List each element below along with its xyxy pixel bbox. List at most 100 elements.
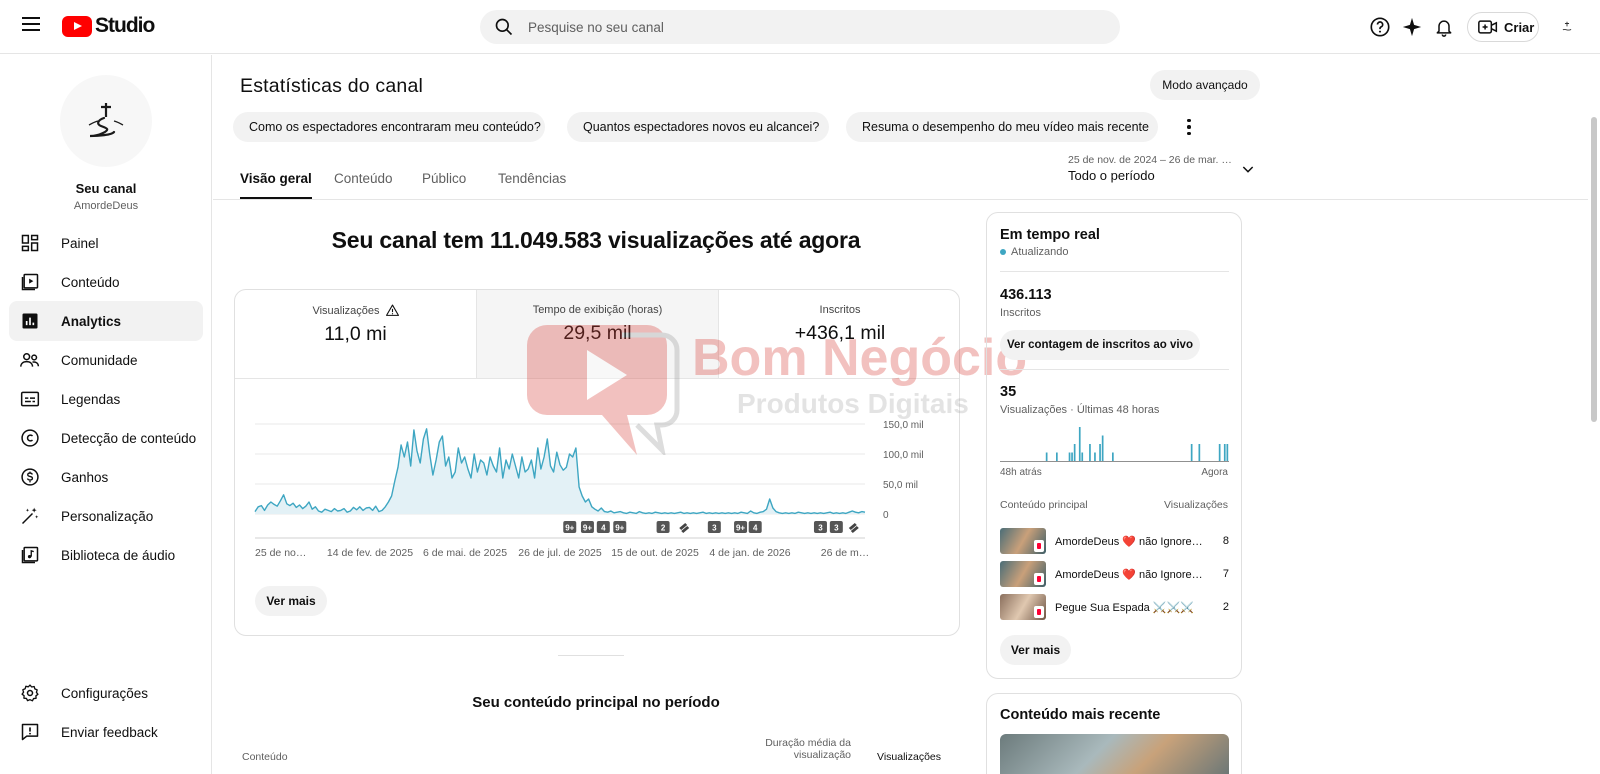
metric-label: Tempo de exibição (horas) — [532, 304, 663, 316]
copyright-icon — [19, 427, 41, 449]
realtime-bar — [1190, 444, 1193, 461]
sidebar-item-community[interactable]: Comunidade — [9, 340, 203, 380]
account-avatar[interactable] — [1557, 17, 1577, 37]
sidebar-item-content[interactable]: Conteúdo — [9, 262, 203, 302]
section-divider — [558, 655, 624, 656]
sidebar-item-label: Biblioteca de áudio — [61, 547, 176, 563]
sidebar-item-label: Analytics — [61, 313, 122, 329]
sidebar-item-subtitles[interactable]: Legendas — [9, 379, 203, 419]
ai-chip-new-viewers[interactable]: Quantos espectadores novos eu alcancei? — [567, 112, 829, 142]
create-button[interactable]: Criar — [1467, 12, 1539, 42]
table-header-avg-duration[interactable]: Duração média da visualização — [761, 737, 851, 761]
shorts-marker-icon — [848, 523, 859, 533]
sidebar-item-earn[interactable]: Ganhos — [9, 457, 203, 497]
row-title: AmordeDeus ❤️ não Ignore J… — [1055, 568, 1205, 581]
y-tick-label: 100,0 mil — [883, 450, 924, 461]
search-input[interactable] — [528, 19, 1088, 35]
more-options-icon[interactable] — [1177, 115, 1201, 139]
sparkle-icon[interactable] — [1400, 15, 1424, 39]
realtime-bar — [1101, 435, 1104, 461]
advanced-mode-button[interactable]: Modo avançado — [1150, 70, 1260, 100]
sidebar-item-audio-library[interactable]: Biblioteca de áudio — [9, 535, 203, 575]
earn-icon — [19, 466, 41, 488]
x-tick-label: 14 de fev. de 2025 — [327, 547, 413, 559]
metric-views[interactable]: Visualizações 11,0 mi — [235, 290, 477, 379]
row-views: 8 — [1222, 535, 1229, 547]
search-bar[interactable] — [480, 10, 1120, 44]
settings-icon — [19, 682, 41, 704]
realtime-bar-chart[interactable] — [1000, 426, 1229, 462]
audio-library-icon — [19, 544, 41, 566]
sidebar-item-label: Legendas — [61, 391, 121, 407]
help-icon[interactable] — [1368, 15, 1392, 39]
video-add-icon — [1478, 20, 1498, 34]
youtube-logo-icon — [62, 15, 92, 37]
tab-content[interactable]: Conteúdo — [334, 171, 393, 199]
metric-subscribers[interactable]: Inscritos +436,1 mil — [719, 290, 959, 379]
ai-chip-discovery[interactable]: Como os espectadores encontraram meu con… — [233, 112, 545, 142]
series-area — [255, 428, 865, 514]
sidebar-item-copyright[interactable]: Detecção de conteúdo — [9, 418, 203, 458]
realtime-row[interactable]: AmordeDeus ❤️ não Ignore J… 7 — [1000, 560, 1229, 588]
realtime-bar — [1045, 452, 1048, 461]
sidebar-item-analytics[interactable]: Analytics — [9, 301, 203, 341]
tab-audience[interactable]: Público — [422, 171, 466, 199]
recent-video-thumbnail[interactable] — [1000, 734, 1229, 774]
sidebar-item-customization[interactable]: Personalização — [9, 496, 203, 536]
tab-overview[interactable]: Visão geral — [240, 171, 312, 199]
metric-value: 29,5 mil — [563, 322, 632, 344]
sidebar-item-label: Painel — [61, 235, 99, 251]
x-tick-label: 25 de no… — [255, 547, 306, 559]
realtime-bar — [1056, 452, 1058, 461]
realtime-status: Atualizando — [1000, 246, 1069, 258]
table-header-views[interactable]: Visualizações — [877, 751, 941, 763]
scrollbar-thumb[interactable] — [1591, 117, 1597, 422]
content-icon — [19, 271, 41, 293]
chip-label: Resuma o desempenho do meu vídeo mais re… — [862, 120, 1149, 134]
rt-header-views: Visualizações — [1163, 499, 1228, 511]
menu-icon[interactable] — [22, 17, 40, 31]
feedback-icon — [19, 721, 41, 743]
channel-avatar[interactable] — [60, 75, 152, 167]
views-line-chart[interactable]: 150,0 mil 100,0 mil 50,0 mil 0 9+ 9+ 4 9+ 2 3 9+ 4 3… — [235, 390, 960, 580]
video-marker-label: 3 — [712, 524, 717, 533]
x-tick-label: 26 de m… — [821, 547, 869, 559]
period-selector[interactable]: Todo o período — [1068, 168, 1155, 183]
shorts-marker-icon — [679, 523, 690, 533]
metric-watch-time[interactable]: Tempo de exibição (horas) 29,5 mil — [477, 290, 719, 379]
chevron-down-icon[interactable] — [1240, 161, 1256, 182]
sidebar-item-dashboard[interactable]: Painel — [9, 223, 203, 263]
video-marker-label: 3 — [818, 524, 823, 533]
sidebar-item-label: Configurações — [61, 685, 149, 701]
sidebar-item-feedback[interactable]: Enviar feedback — [9, 712, 203, 752]
x-tick-label: 6 de mai. de 2025 — [423, 547, 507, 559]
realtime-row[interactable]: AmordeDeus ❤️ não Ignore J… 8 — [1000, 527, 1229, 555]
ai-chip-summary[interactable]: Resuma o desempenho do meu vídeo mais re… — [846, 112, 1158, 142]
row-title: AmordeDeus ❤️ não Ignore J… — [1055, 535, 1205, 548]
warning-icon — [385, 304, 399, 316]
tab-trends[interactable]: Tendências — [498, 171, 566, 199]
realtime-bar — [1089, 444, 1091, 461]
realtime-bar — [1094, 452, 1096, 461]
search-icon — [495, 18, 513, 36]
see-more-button[interactable]: Ver mais — [255, 586, 327, 616]
realtime-bar — [1223, 444, 1226, 461]
realtime-card: Em tempo real Atualizando 436.113 Inscri… — [986, 212, 1242, 679]
table-header-content: Conteúdo — [242, 751, 288, 763]
realtime-row[interactable]: Pegue Sua Espada ⚔️⚔️⚔️ 2 — [1000, 593, 1229, 621]
sidebar-item-label: Detecção de conteúdo — [61, 430, 197, 446]
sidebar-item-label: Conteúdo — [61, 274, 120, 290]
scrollbar[interactable] — [1588, 55, 1600, 774]
live-subscriber-count-button[interactable]: Ver contagem de inscritos ao vivo — [1000, 330, 1200, 360]
video-thumbnail — [1000, 528, 1046, 554]
total-views-headline: Seu canal tem 11.049.583 visualizações a… — [331, 227, 861, 253]
notifications-bell-icon[interactable] — [1432, 15, 1456, 39]
chip-label: Quantos espectadores novos eu alcancei? — [583, 120, 820, 134]
sidebar-item-settings[interactable]: Configurações — [9, 673, 203, 713]
realtime-see-more-button[interactable]: Ver mais — [1000, 635, 1071, 665]
realtime-bar — [1198, 444, 1201, 461]
customization-icon — [19, 505, 41, 527]
realtime-bar — [1068, 452, 1071, 461]
studio-logo[interactable]: Studio — [62, 14, 155, 38]
video-marker-label: 9+ — [615, 524, 624, 533]
